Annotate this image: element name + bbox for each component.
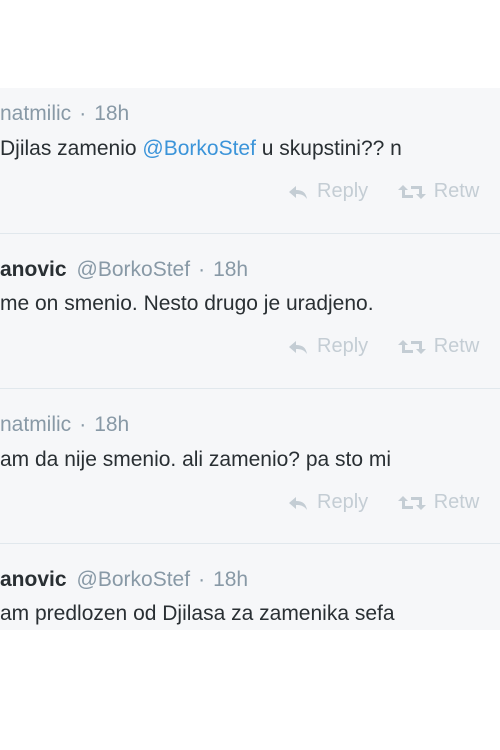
reply-icon	[289, 186, 307, 199]
tweet-text-part: u skupstini?? n	[255, 137, 402, 160]
timestamp[interactable]: 18h	[94, 413, 129, 436]
tweet-header: anovic @BorkoStef · 18h	[0, 568, 248, 592]
author-handle[interactable]: @BorkoStef	[77, 258, 191, 281]
author-fullname[interactable]: anovic	[0, 568, 67, 591]
retweet-label: Retw	[433, 491, 480, 513]
author-handle[interactable]: natmilic	[0, 413, 71, 436]
separator-dot: ·	[198, 258, 206, 281]
author-handle[interactable]: @BorkoStef	[77, 568, 191, 591]
tweet-header: anovic @BorkoStef · 18h	[0, 258, 248, 282]
reply-button[interactable]: Reply	[287, 335, 368, 358]
tweet-actions: Reply Retw	[287, 335, 500, 358]
tweet-text-part: Djilas zamenio	[0, 137, 143, 160]
tweet-2: anovic @BorkoStef · 18h me on smenio. Nesto…	[0, 234, 500, 389]
tweet-text: Djilas zamenio @BorkoStef u skupstini?? …	[0, 137, 402, 161]
retweet-label: Retw	[433, 335, 480, 357]
reply-label: Reply	[317, 491, 369, 513]
mention-link[interactable]: @BorkoStef	[142, 137, 256, 160]
separator-dot: ·	[79, 413, 87, 436]
author-fullname[interactable]: anovic	[0, 258, 67, 281]
reply-button[interactable]: Reply	[287, 180, 368, 203]
tweet-header: natmilic · 18h	[0, 413, 129, 437]
tweet-header: natmilic · 18h	[0, 102, 129, 126]
tweet-3: natmilic · 18h am da nije smenio. ali zame…	[0, 389, 500, 544]
reply-label: Reply	[317, 180, 369, 202]
retweet-label: Retw	[433, 180, 480, 202]
tweet-actions: Reply Retw	[287, 491, 500, 514]
tweet-text: am da nije smenio. ali zamenio? pa sto m…	[0, 448, 392, 471]
author-handle[interactable]: natmilic	[0, 102, 71, 125]
timestamp[interactable]: 18h	[213, 568, 248, 591]
reply-icon	[289, 341, 307, 354]
tweet-4: anovic @BorkoStef · 18h am predlozen od Dji…	[0, 544, 500, 630]
reply-label: Reply	[317, 335, 369, 357]
timestamp[interactable]: 18h	[213, 258, 248, 281]
tweet-1: natmilic · 18h Djilas zamenio @BorkoStef u…	[0, 88, 500, 234]
reply-icon	[289, 497, 307, 510]
retweet-button[interactable]: Retw	[397, 491, 480, 514]
separator-dot: ·	[79, 102, 87, 125]
reply-button[interactable]: Reply	[287, 491, 368, 514]
tweet-text: am predlozen od Djilasa za zamenika sefa	[0, 602, 395, 625]
tweet-actions: Reply Retw	[287, 180, 500, 203]
retweet-icon	[397, 496, 426, 510]
retweet-icon	[397, 340, 426, 354]
tweet-text: me on smenio. Nesto drugo je uradjeno.	[0, 292, 374, 315]
timestamp[interactable]: 18h	[94, 102, 129, 125]
separator-dot: ·	[198, 568, 206, 591]
retweet-button[interactable]: Retw	[397, 180, 480, 203]
retweet-icon	[397, 185, 426, 199]
retweet-button[interactable]: Retw	[397, 335, 480, 358]
